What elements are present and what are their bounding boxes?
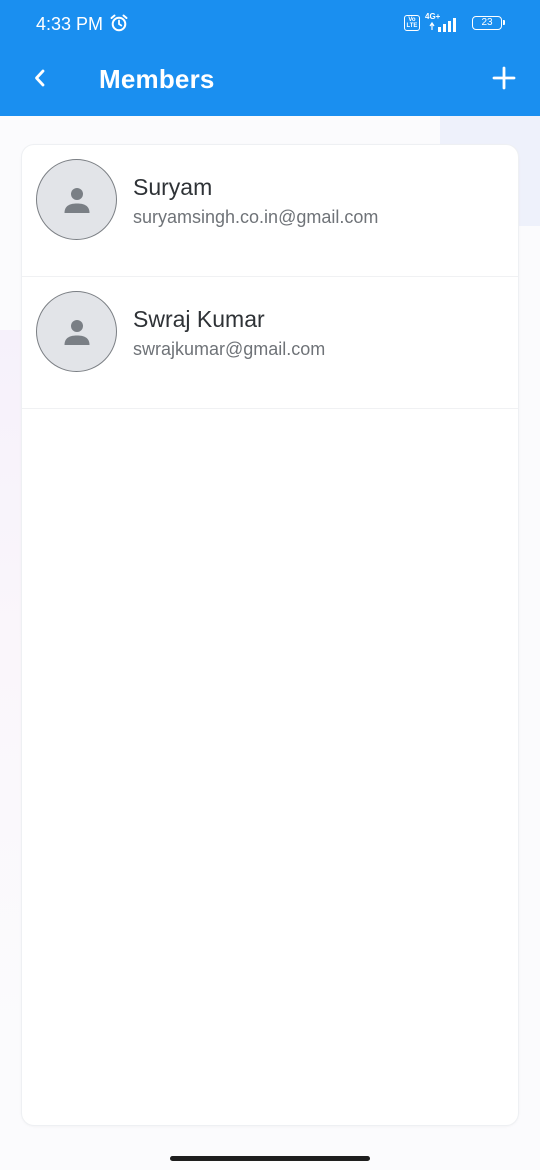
person-icon <box>64 187 89 213</box>
member-email: swrajkumar@gmail.com <box>133 339 326 359</box>
members-list: Suryam suryamsingh.co.in@gmail.com Swraj… <box>22 145 518 1125</box>
app-bar: 4:33 PM Vo LTE 4G+ 23 Members <box>0 0 540 116</box>
member-email: suryamsingh.co.in@gmail.com <box>133 207 379 227</box>
volte-icon: Vo LTE <box>404 15 420 31</box>
back-button[interactable] <box>24 58 56 98</box>
battery-icon: 23 <box>472 16 505 30</box>
battery-tip <box>503 20 505 25</box>
chevron-left-icon <box>35 69 45 87</box>
home-indicator[interactable] <box>170 1156 370 1161</box>
avatar <box>36 291 117 372</box>
signal-icon <box>429 18 456 32</box>
status-time: 4:33 PM <box>36 14 104 34</box>
member-name: Suryam <box>133 174 213 200</box>
battery-level: 23 <box>481 17 493 28</box>
plus-icon <box>492 66 516 90</box>
member-name: Swraj Kumar <box>133 306 265 332</box>
add-member-button[interactable] <box>484 58 524 98</box>
signal-indicator: 4G+ <box>425 12 461 33</box>
status-icons: Vo LTE 4G+ 23 <box>404 12 505 33</box>
member-row[interactable]: Swraj Kumar swrajkumar@gmail.com <box>22 277 518 409</box>
alarm-icon <box>110 14 128 32</box>
page-title: Members <box>99 64 215 94</box>
member-row[interactable]: Suryam suryamsingh.co.in@gmail.com <box>22 145 518 277</box>
avatar <box>36 159 117 240</box>
person-icon <box>64 319 89 345</box>
